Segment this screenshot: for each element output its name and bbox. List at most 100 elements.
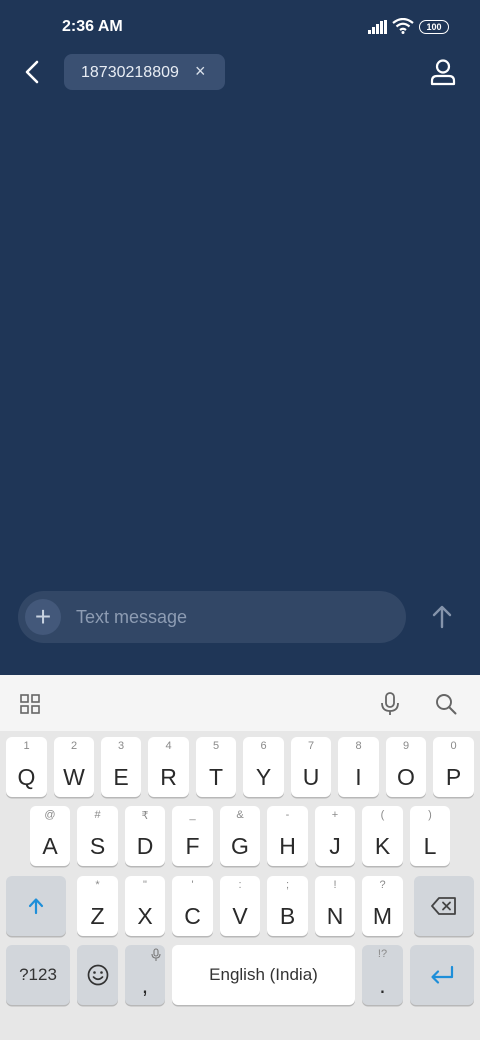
key-hint: @ (44, 809, 56, 821)
key-label: D (136, 833, 154, 859)
key-a[interactable]: @ A (30, 806, 70, 866)
enter-key[interactable] (410, 945, 474, 1005)
shift-key[interactable] (6, 876, 66, 936)
key-label: X (137, 903, 153, 929)
battery-level: 100 (426, 22, 442, 32)
back-arrow-icon[interactable] (20, 58, 46, 86)
key-hint: ! (333, 879, 337, 891)
key-m[interactable]: ? M (362, 876, 403, 936)
key-o[interactable]: 9O (386, 737, 426, 797)
key-h[interactable]: -H (267, 806, 308, 866)
key-hint: ₹ (141, 810, 149, 822)
recipient-chip[interactable]: 18730218809 × (64, 54, 225, 90)
symbols-key[interactable]: ?123 (6, 945, 70, 1005)
key-k[interactable]: (K (362, 806, 403, 866)
key-label: A (42, 833, 58, 859)
key-label: M (372, 903, 393, 929)
key-label: B (279, 903, 296, 929)
status-bar: 2:36 AM 100 (0, 0, 480, 50)
send-icon[interactable] (428, 603, 456, 631)
contact-icon[interactable] (428, 57, 458, 87)
key-l[interactable]: ) L (410, 806, 450, 866)
key-label: E (113, 764, 129, 790)
key-hint: + (331, 809, 339, 821)
period-key[interactable]: !? . (362, 945, 403, 1005)
key-hint: " (143, 879, 147, 891)
key-hint: & (236, 809, 244, 821)
space-key[interactable]: English (India) (172, 945, 355, 1005)
key-hint: 0 (450, 740, 457, 752)
key-label: G (231, 833, 249, 859)
key-e[interactable]: 3E (101, 737, 141, 797)
key-label: C (184, 903, 201, 929)
remove-recipient-icon[interactable]: × (195, 61, 206, 82)
key-d[interactable]: ₹ D (125, 806, 165, 866)
period-label: . (379, 972, 386, 998)
compose-bar: + (18, 591, 406, 643)
key-hint: ; (285, 879, 290, 891)
key-label: O (397, 764, 415, 790)
key-label: I (355, 764, 362, 790)
key-hint: 5 (212, 740, 220, 752)
comma-label: , (141, 972, 149, 998)
key-z[interactable]: * Z (77, 876, 118, 936)
key-hint: ? (379, 879, 386, 891)
key-b[interactable]: ; B (267, 876, 308, 936)
key-x[interactable]: " X (125, 876, 165, 936)
key-u[interactable]: 7U (291, 737, 331, 797)
backspace-key-face (414, 876, 474, 936)
key-v[interactable]: :V (220, 876, 260, 936)
key-hint: 8 (355, 740, 362, 752)
key-label: P (445, 764, 462, 790)
key-hint: 4 (165, 740, 172, 752)
add-attachment-button[interactable]: + (25, 599, 61, 635)
plus-icon: + (34, 601, 52, 632)
key-label: U (302, 764, 320, 790)
key-w[interactable]: 2W (54, 737, 94, 797)
emoji-key[interactable] (77, 945, 118, 1005)
key-label: K (374, 833, 391, 859)
message-input[interactable] (76, 605, 376, 629)
key-label: W (63, 764, 85, 790)
status-time: 2:36 AM (62, 18, 123, 35)
key-hint: 7 (307, 740, 315, 752)
key-t[interactable]: 5T (196, 737, 236, 797)
key-i[interactable]: 8I (338, 737, 379, 797)
battery-icon: 100 (419, 20, 449, 34)
key-label: V (232, 903, 248, 929)
key-j[interactable]: + J (315, 806, 355, 866)
key-hint: ' (191, 879, 194, 891)
key-f[interactable]: _ F (172, 806, 213, 866)
apps-grid-icon[interactable] (20, 694, 40, 714)
key-hint: ( (380, 809, 385, 821)
shift-arrow-icon (28, 898, 44, 915)
enter-key-face (410, 945, 474, 1005)
key-r[interactable]: 4R (148, 737, 189, 797)
key-hint: # (94, 809, 101, 821)
key-hint: 9 (402, 740, 410, 752)
emoji-icon (87, 964, 108, 986)
key-c[interactable]: ' C (172, 876, 213, 936)
key-hint: 1 (23, 740, 30, 752)
signal-icon (368, 20, 387, 34)
key-label: S (89, 833, 106, 859)
backspace-key[interactable] (414, 876, 474, 936)
key-n[interactable]: ! N (315, 876, 355, 936)
key-q[interactable]: 1Q (6, 737, 47, 797)
key-hint: 3 (117, 740, 125, 752)
key-y[interactable]: 6Y (243, 737, 284, 797)
key-s[interactable]: # S (77, 806, 118, 866)
space-key-face: English (India) (172, 945, 355, 1005)
key-p[interactable]: 0P (433, 737, 474, 797)
microphone-icon[interactable] (380, 692, 400, 716)
backspace-icon (431, 897, 456, 915)
space-label: English (India) (209, 965, 318, 984)
comma-key[interactable]: , (125, 945, 165, 1005)
period-hint: !? (377, 948, 388, 960)
wifi-icon (392, 18, 414, 34)
key-label: F (185, 833, 200, 859)
enter-icon (431, 965, 454, 984)
key-g[interactable]: & G (220, 806, 260, 866)
key-hint: 6 (260, 740, 267, 752)
search-icon[interactable] (435, 693, 457, 715)
